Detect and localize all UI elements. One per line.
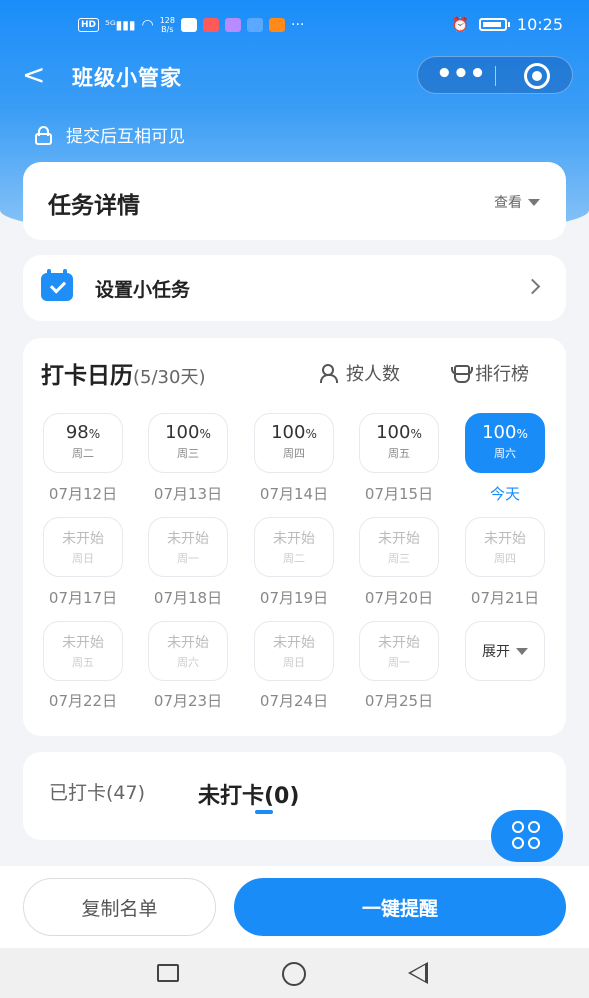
- calendar-day[interactable]: 未开始 周日: [43, 517, 123, 577]
- mail-icon: [203, 18, 219, 32]
- trophy-icon: [451, 364, 473, 383]
- close-target-icon[interactable]: [524, 63, 550, 89]
- calendar-date: 07月20日: [364, 589, 434, 607]
- calendar-check-icon: [41, 269, 73, 301]
- view-button[interactable]: 查看: [494, 192, 540, 212]
- today-label: 今天: [489, 485, 520, 503]
- music-icon: [225, 18, 241, 32]
- calendar-day[interactable]: 98% 周二: [43, 413, 123, 473]
- wifi-icon: ◠: [141, 17, 154, 33]
- calendar-day[interactable]: 未开始 周一: [359, 621, 439, 681]
- network-speed: 128 B/s: [159, 16, 175, 34]
- battery-icon: [478, 18, 510, 31]
- grid-icon: [512, 821, 542, 851]
- calendar-day[interactable]: 未开始 周三: [359, 517, 439, 577]
- home-icon[interactable]: [282, 962, 306, 986]
- more-options-button[interactable]: •••: [436, 59, 486, 89]
- calendar-day[interactable]: 100% 周三: [148, 413, 228, 473]
- hd-badge: HD: [78, 18, 100, 32]
- tab-indicator: [255, 810, 273, 814]
- copy-list-button[interactable]: 复制名单: [23, 878, 216, 936]
- lock-icon: [34, 125, 54, 145]
- calendar-date: 07月22日: [48, 692, 118, 710]
- checkin-calendar-card: 打卡日历(5/30天) 按人数 排行榜 98% 周二 100% 周三 100% 周四 …: [23, 338, 566, 736]
- wechat-icon: [181, 18, 197, 32]
- back-triangle-icon[interactable]: [408, 962, 428, 984]
- calendar-date: 07月13日: [153, 485, 223, 503]
- more-notifications: ···: [291, 17, 305, 33]
- ranking-button[interactable]: 排行榜: [451, 360, 529, 386]
- chevron-right-icon: [524, 278, 541, 295]
- clock: 10:25: [516, 15, 563, 34]
- chevron-down-icon: [528, 198, 540, 206]
- page-title: 班级小管家: [72, 66, 182, 90]
- bottom-action-bar: 复制名单 一键提醒: [0, 866, 589, 948]
- visibility-notice: 提交后互相可见: [34, 122, 185, 147]
- calendar-date: 07月24日: [259, 692, 329, 710]
- alipay-icon: [247, 18, 263, 32]
- mini-program-capsule: •••: [417, 56, 573, 94]
- capsule-divider: [495, 66, 496, 86]
- set-subtask-label: 设置小任务: [95, 279, 191, 301]
- calendar-day[interactable]: 100% 周四: [254, 413, 334, 473]
- task-details-card: 任务详情 查看: [23, 162, 566, 240]
- calendar-date: 07月18日: [153, 589, 223, 607]
- system-navigation-bar: [0, 948, 589, 998]
- calendar-progress: (5/30天): [133, 367, 206, 388]
- calendar-day[interactable]: 未开始 周五: [43, 621, 123, 681]
- calendar-date: 07月17日: [48, 589, 118, 607]
- chevron-down-icon: [516, 647, 528, 655]
- by-people-button[interactable]: 按人数: [320, 360, 400, 386]
- recent-apps-icon[interactable]: [157, 964, 179, 982]
- grid-menu-button[interactable]: [491, 810, 563, 862]
- alarm-icon: ⏰: [451, 16, 469, 33]
- checkin-tabs-card: 已打卡(47) 未打卡(0): [23, 752, 566, 840]
- taobao-icon: [269, 18, 285, 32]
- calendar-title: 打卡日历(5/30天): [41, 363, 206, 389]
- calendar-date: 07月23日: [153, 692, 223, 710]
- calendar-date: 07月15日: [364, 485, 434, 503]
- calendar-day[interactable]: 未开始 周日: [254, 621, 334, 681]
- calendar-date: 07月25日: [364, 692, 434, 710]
- cropped-text-line: [34, 98, 354, 106]
- calendar-day[interactable]: 100% 周五: [359, 413, 439, 473]
- remind-all-button[interactable]: 一键提醒: [234, 878, 566, 936]
- set-subtask-row[interactable]: 设置小任务: [23, 255, 566, 321]
- calendar-day[interactable]: 未开始 周四: [465, 517, 545, 577]
- calendar-date: 07月21日: [470, 589, 540, 607]
- visibility-text: 提交后互相可见: [66, 127, 185, 147]
- calendar-date: 07月12日: [48, 485, 118, 503]
- calendar-day[interactable]: 未开始 周六: [148, 621, 228, 681]
- tab-not-checked-in[interactable]: 未打卡(0): [198, 778, 299, 810]
- calendar-day[interactable]: 未开始 周二: [254, 517, 334, 577]
- people-icon: [320, 364, 342, 383]
- tab-checked-in[interactable]: 已打卡(47): [49, 778, 145, 805]
- calendar-date: 07月19日: [259, 589, 329, 607]
- status-bar: HD ⁵ᴳ▮▮▮ ◠ 128 B/s ··· ⏰ 10:25: [0, 0, 589, 52]
- navigation-bar: < 班级小管家 •••: [0, 52, 589, 102]
- expand-calendar-button[interactable]: 展开: [465, 621, 545, 681]
- task-details-title: 任务详情: [48, 193, 140, 219]
- calendar-day[interactable]: 未开始 周一: [148, 517, 228, 577]
- calendar-date: 07月14日: [259, 485, 329, 503]
- back-button[interactable]: <: [22, 60, 45, 90]
- signal-icon: ⁵ᴳ▮▮▮: [105, 18, 136, 32]
- calendar-day-today[interactable]: 100% 周六: [465, 413, 545, 473]
